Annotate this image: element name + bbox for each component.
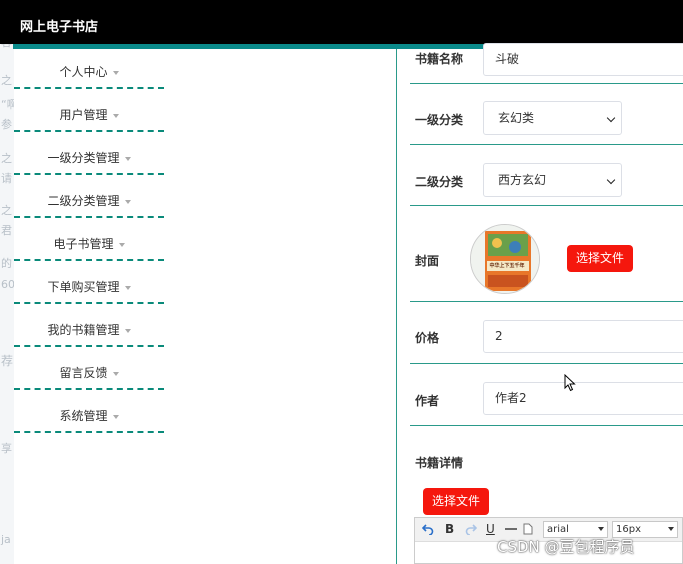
csdn-watermark: CSDN @豆包程序员 [497,538,635,556]
caret-down-icon [112,70,119,75]
author-input[interactable]: 作者2 [483,382,683,415]
cover-image-title: 中华上下五千年 [489,263,525,269]
sidebar-item-personal-center[interactable]: 个人中心 [14,49,164,89]
background-fragment: 荐 [1,354,14,368]
caret-down-icon [112,414,119,419]
caret-down-icon [124,328,131,333]
book-cover-image [471,225,539,293]
form-row-book-name: 书籍名称 斗破 [410,43,683,84]
redo-icon[interactable] [465,523,477,535]
details-label: 书籍详情 [415,456,464,470]
caret-down-icon [124,156,131,161]
book-edit-form: 书籍名称 斗破 一级分类 玄幻类 二级分类 西方玄幻 封面 选择文件 中华上下五… [397,43,683,564]
app-title: 网上电子书店 [20,20,99,35]
background-fragment: 之 [1,152,12,165]
background-fragment: 参 [1,118,12,131]
cover-thumbnail[interactable]: 中华上下五千年 [470,224,540,294]
category2-select[interactable]: 西方玄幻 [483,163,622,197]
author-label: 作者 [415,394,440,408]
sidebar-item-label: 系统管理 [59,409,108,423]
cover-label: 封面 [415,254,440,268]
sidebar: 个人中心 用户管理 一级分类管理 二级分类管理 电子书管理 下单购买管理 我的书… [14,49,166,564]
sidebar-item-label: 留言反馈 [59,366,108,380]
page-icon[interactable] [523,523,533,535]
price-label: 价格 [415,331,440,345]
caret-down-icon [112,113,119,118]
sidebar-item-label: 用户管理 [59,108,108,122]
background-fragment: 60 [1,278,15,291]
background-fragment: 的 [1,257,12,270]
chevron-down-icon [606,113,616,123]
book-name-input[interactable]: 斗破 [483,43,683,76]
sidebar-item-order-management[interactable]: 下单购买管理 [14,264,164,304]
caret-down-icon [124,199,131,204]
details-choose-file-button[interactable]: 选择文件 [423,488,490,515]
top-bar: 网上电子书店 [0,0,683,44]
background-fragment: 之 [1,204,12,217]
undo-icon[interactable] [422,523,434,535]
sidebar-item-label: 电子书管理 [53,237,114,251]
price-input[interactable]: 2 [483,320,683,353]
caret-down-icon [118,242,125,247]
sidebar-item-user-management[interactable]: 用户管理 [14,92,164,132]
category2-label: 二级分类 [415,175,464,189]
app-root: 之 容 之 “啊 参 之 请 之 君 的 60 荐 享 ja 网上电子书店 个人… [0,0,683,564]
sidebar-item-ebook-management[interactable]: 电子书管理 [14,221,164,261]
horizontal-rule-icon[interactable] [505,525,517,533]
sidebar-item-label: 我的书籍管理 [47,323,120,337]
font-size-value: 16px [616,524,641,535]
caret-down-icon [668,527,674,531]
form-row-price: 价格 2 [410,302,683,364]
category1-selected-value: 玄幻类 [498,111,535,125]
form-row-cover: 封面 选择文件 [410,206,683,302]
sidebar-item-label: 下单购买管理 [47,280,120,294]
sidebar-item-label: 二级分类管理 [47,194,120,208]
cover-choose-file-button[interactable]: 选择文件 [567,245,634,272]
sidebar-item-my-books[interactable]: 我的书籍管理 [14,307,164,347]
background-fragment: 之 [1,74,12,87]
caret-down-icon [124,285,131,290]
sidebar-item-label: 个人中心 [59,65,108,79]
caret-down-icon [598,527,604,531]
sidebar-item-label: 一级分类管理 [47,151,120,165]
chevron-down-icon [606,175,616,185]
sidebar-item-feedback[interactable]: 留言反馈 [14,350,164,390]
background-page-edge: 之 容 之 “啊 参 之 请 之 君 的 60 荐 享 ja [0,0,18,564]
bold-button[interactable]: B [445,522,454,536]
category1-select[interactable]: 玄幻类 [483,101,622,135]
book-name-label: 书籍名称 [415,52,464,66]
form-row-author: 作者 作者2 [410,364,683,426]
background-fragment: 请 [1,172,12,185]
sidebar-item-category2-management[interactable]: 二级分类管理 [14,178,164,218]
font-family-value: arial [547,524,569,535]
mouse-cursor-icon [564,374,576,392]
background-fragment: ja [1,533,11,546]
sidebar-item-category1-management[interactable]: 一级分类管理 [14,135,164,175]
underline-button[interactable]: U [486,522,495,536]
form-row-category1: 一级分类 玄幻类 [410,84,683,145]
category1-label: 一级分类 [415,113,464,127]
category2-selected-value: 西方玄幻 [498,173,547,187]
background-fragment: 享 [1,442,12,455]
form-row-category2: 二级分类 西方玄幻 [410,145,683,206]
background-fragment: 君 [1,224,12,237]
sidebar-item-system-management[interactable]: 系统管理 [14,393,164,433]
caret-down-icon [112,371,119,376]
